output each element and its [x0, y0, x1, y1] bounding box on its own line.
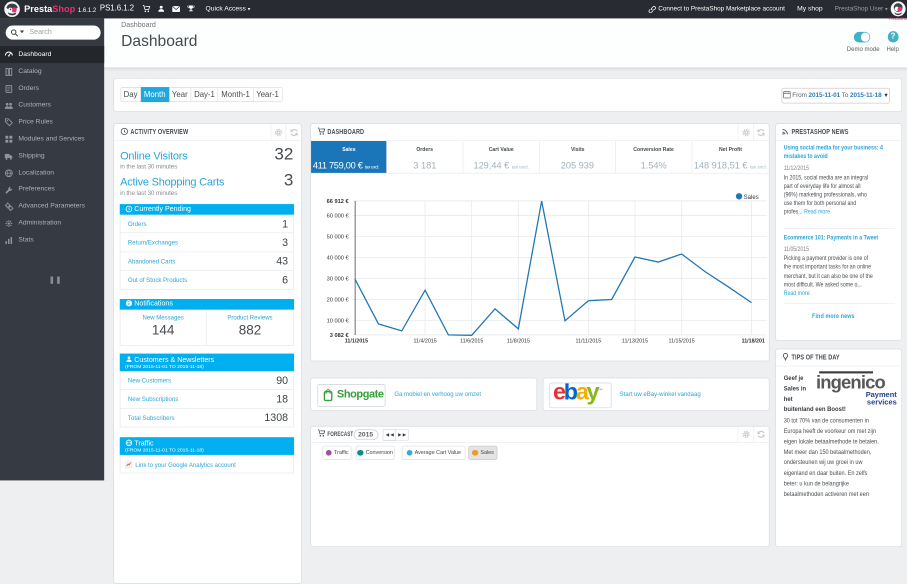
svg-text:66 912 €: 66 912 €	[326, 199, 349, 205]
svg-text:11/13/2015: 11/13/2015	[622, 338, 648, 344]
svg-text:11/8/2015: 11/8/2015	[506, 338, 529, 344]
svg-text:50 000 €: 50 000 €	[326, 234, 349, 240]
svg-text:30 000 €: 30 000 €	[326, 276, 349, 282]
svg-text:60 000 €: 60 000 €	[326, 213, 349, 219]
svg-text:11/15/2015: 11/15/2015	[668, 338, 694, 344]
svg-text:20 000 €: 20 000 €	[326, 297, 349, 303]
svg-text:10 000 €: 10 000 €	[326, 318, 349, 324]
svg-text:40 000 €: 40 000 €	[326, 255, 349, 261]
svg-text:11/1/2015: 11/1/2015	[344, 338, 367, 344]
svg-text:11/4/2015: 11/4/2015	[413, 338, 436, 344]
svg-text:11/18/201: 11/18/201	[741, 338, 764, 344]
svg-text:Sales: Sales	[743, 194, 758, 200]
svg-text:11/11/2015: 11/11/2015	[575, 338, 601, 344]
svg-text:11/6/2015: 11/6/2015	[460, 338, 483, 344]
